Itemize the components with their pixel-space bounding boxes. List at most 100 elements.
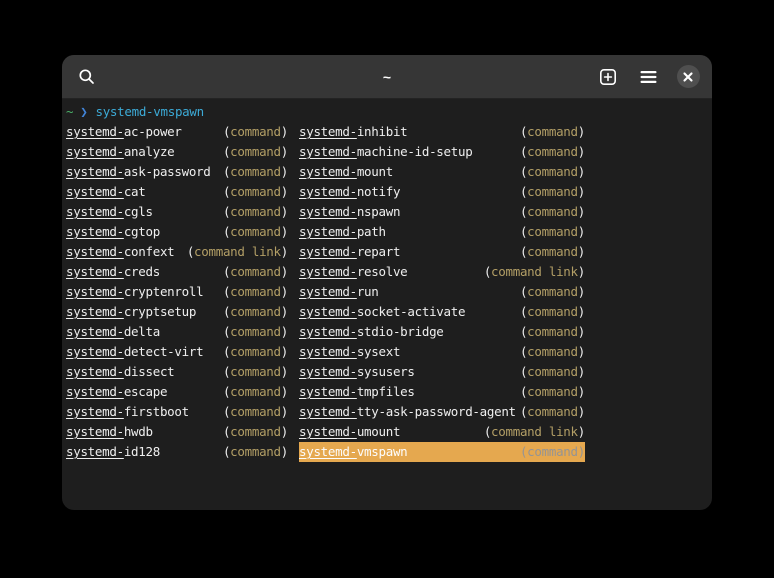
command-description: (command) [520,382,585,402]
search-button[interactable] [72,62,102,92]
menu-button[interactable] [633,62,663,92]
command-prefix: systemd- [299,144,357,159]
completion-item: systemd-hwdb (command) [66,422,288,442]
command-name: systemd-cat [66,182,146,202]
completion-row: systemd-cryptenroll (command) systemd-ru… [66,282,708,302]
completion-row: systemd-ac-power (command) systemd-inhib… [66,122,708,142]
command-prefix: systemd- [66,164,124,179]
completion-row: systemd-firstboot (command) systemd-tty-… [66,402,708,422]
command-name: systemd-mount [299,162,393,182]
command-rest: id128 [124,444,160,459]
completion-list: systemd-ac-power (command) systemd-inhib… [66,122,708,462]
completion-item: systemd-cryptsetup (command) [66,302,288,322]
command-rest: cgls [124,204,153,219]
completion-item: systemd-confext (command link) [66,242,288,262]
command-name: systemd-machine-id-setup [299,142,472,162]
new-tab-icon [599,68,617,86]
command-prefix: systemd- [299,444,357,459]
command-description: (command) [520,322,585,342]
command-rest: tty-ask-password-agent [357,404,516,419]
command-rest: dissect [124,364,175,379]
command-name: systemd-repart [299,242,400,262]
completion-row: systemd-confext (command link) systemd-r… [66,242,708,262]
command-name: systemd-escape [66,382,167,402]
completion-item: systemd-cgls (command) [66,202,288,222]
headerbar: ~ [62,55,712,99]
completion-row: systemd-cryptsetup (command) systemd-soc… [66,302,708,322]
command-prefix: systemd- [299,224,357,239]
command-prefix: systemd- [299,344,357,359]
completion-item: systemd-detect-virt (command) [66,342,288,362]
command-name: systemd-socket-activate [299,302,465,322]
command-prefix: systemd- [66,124,124,139]
command-description: (command) [223,302,288,322]
prompt-cwd: ~ [66,104,73,119]
completion-item: systemd-stdio-bridge (command) [299,322,585,342]
command-rest: notify [357,184,400,199]
new-tab-button[interactable] [593,62,623,92]
command-prefix: systemd- [66,204,124,219]
command-prefix: systemd- [66,284,124,299]
command-name: systemd-inhibit [299,122,407,142]
command-rest: tmpfiles [357,384,415,399]
command-rest: resolve [357,264,408,279]
command-description: (command) [223,342,288,362]
close-button[interactable] [673,62,703,92]
command-description: (command) [223,262,288,282]
command-prefix: systemd- [66,304,124,319]
command-name: systemd-vmspawn [299,442,407,462]
command-rest: path [357,224,386,239]
command-name: systemd-tmpfiles [299,382,415,402]
completion-item: systemd-sysusers (command) [299,362,585,382]
completion-item: systemd-id128 (command) [66,442,288,462]
completion-item: systemd-resolve (command link) [299,262,585,282]
command-description: (command) [520,402,585,422]
command-prefix: systemd- [299,364,357,379]
command-prefix: systemd- [66,344,124,359]
command-description: (command link) [484,422,585,442]
command-description: (command) [520,222,585,242]
command-name: systemd-cryptenroll [66,282,203,302]
command-name: systemd-cgtop [66,222,160,242]
command-name: systemd-notify [299,182,400,202]
completion-row: systemd-dissect (command) systemd-sysuse… [66,362,708,382]
completion-item: systemd-cryptenroll (command) [66,282,288,302]
command-prefix: systemd- [66,224,124,239]
command-rest: machine-id-setup [357,144,473,159]
completion-item: systemd-inhibit (command) [299,122,585,142]
console-window: ~ [62,55,712,510]
command-name: systemd-hwdb [66,422,153,442]
completion-item: systemd-delta (command) [66,322,288,342]
command-prefix: systemd- [66,144,124,159]
command-rest: detect-virt [124,344,203,359]
completion-item: systemd-notify (command) [299,182,585,202]
command-prefix: systemd- [66,364,124,379]
command-description: (command) [223,122,288,142]
completion-item: systemd-ac-power (command) [66,122,288,142]
completion-item: systemd-sysext (command) [299,342,585,362]
command-description: (command) [520,302,585,322]
menu-icon [640,70,657,84]
command-description: (command) [520,142,585,162]
command-name: systemd-run [299,282,379,302]
command-description: (command link) [484,262,585,282]
command-name: systemd-analyze [66,142,174,162]
terminal-screen[interactable]: ~❯systemd-vmspawn systemd-ac-power (comm… [62,99,712,509]
command-description: (command) [223,382,288,402]
command-prefix: systemd- [66,444,124,459]
completion-item: systemd-escape (command) [66,382,288,402]
completion-item: systemd-tmpfiles (command) [299,382,585,402]
command-prefix: systemd- [299,204,357,219]
command-description: (command) [223,362,288,382]
command-prefix: systemd- [66,264,124,279]
command-description: (command) [223,282,288,302]
command-prefix: systemd- [299,244,357,259]
command-description: (command) [520,182,585,202]
command-name: systemd-resolve [299,262,407,282]
completion-item: systemd-umount (command link) [299,422,585,442]
command-name: systemd-sysusers [299,362,415,382]
command-prefix: systemd- [299,324,357,339]
command-description: (command) [223,182,288,202]
completion-item: systemd-machine-id-setup (command) [299,142,585,162]
completion-item: systemd-cgtop (command) [66,222,288,242]
